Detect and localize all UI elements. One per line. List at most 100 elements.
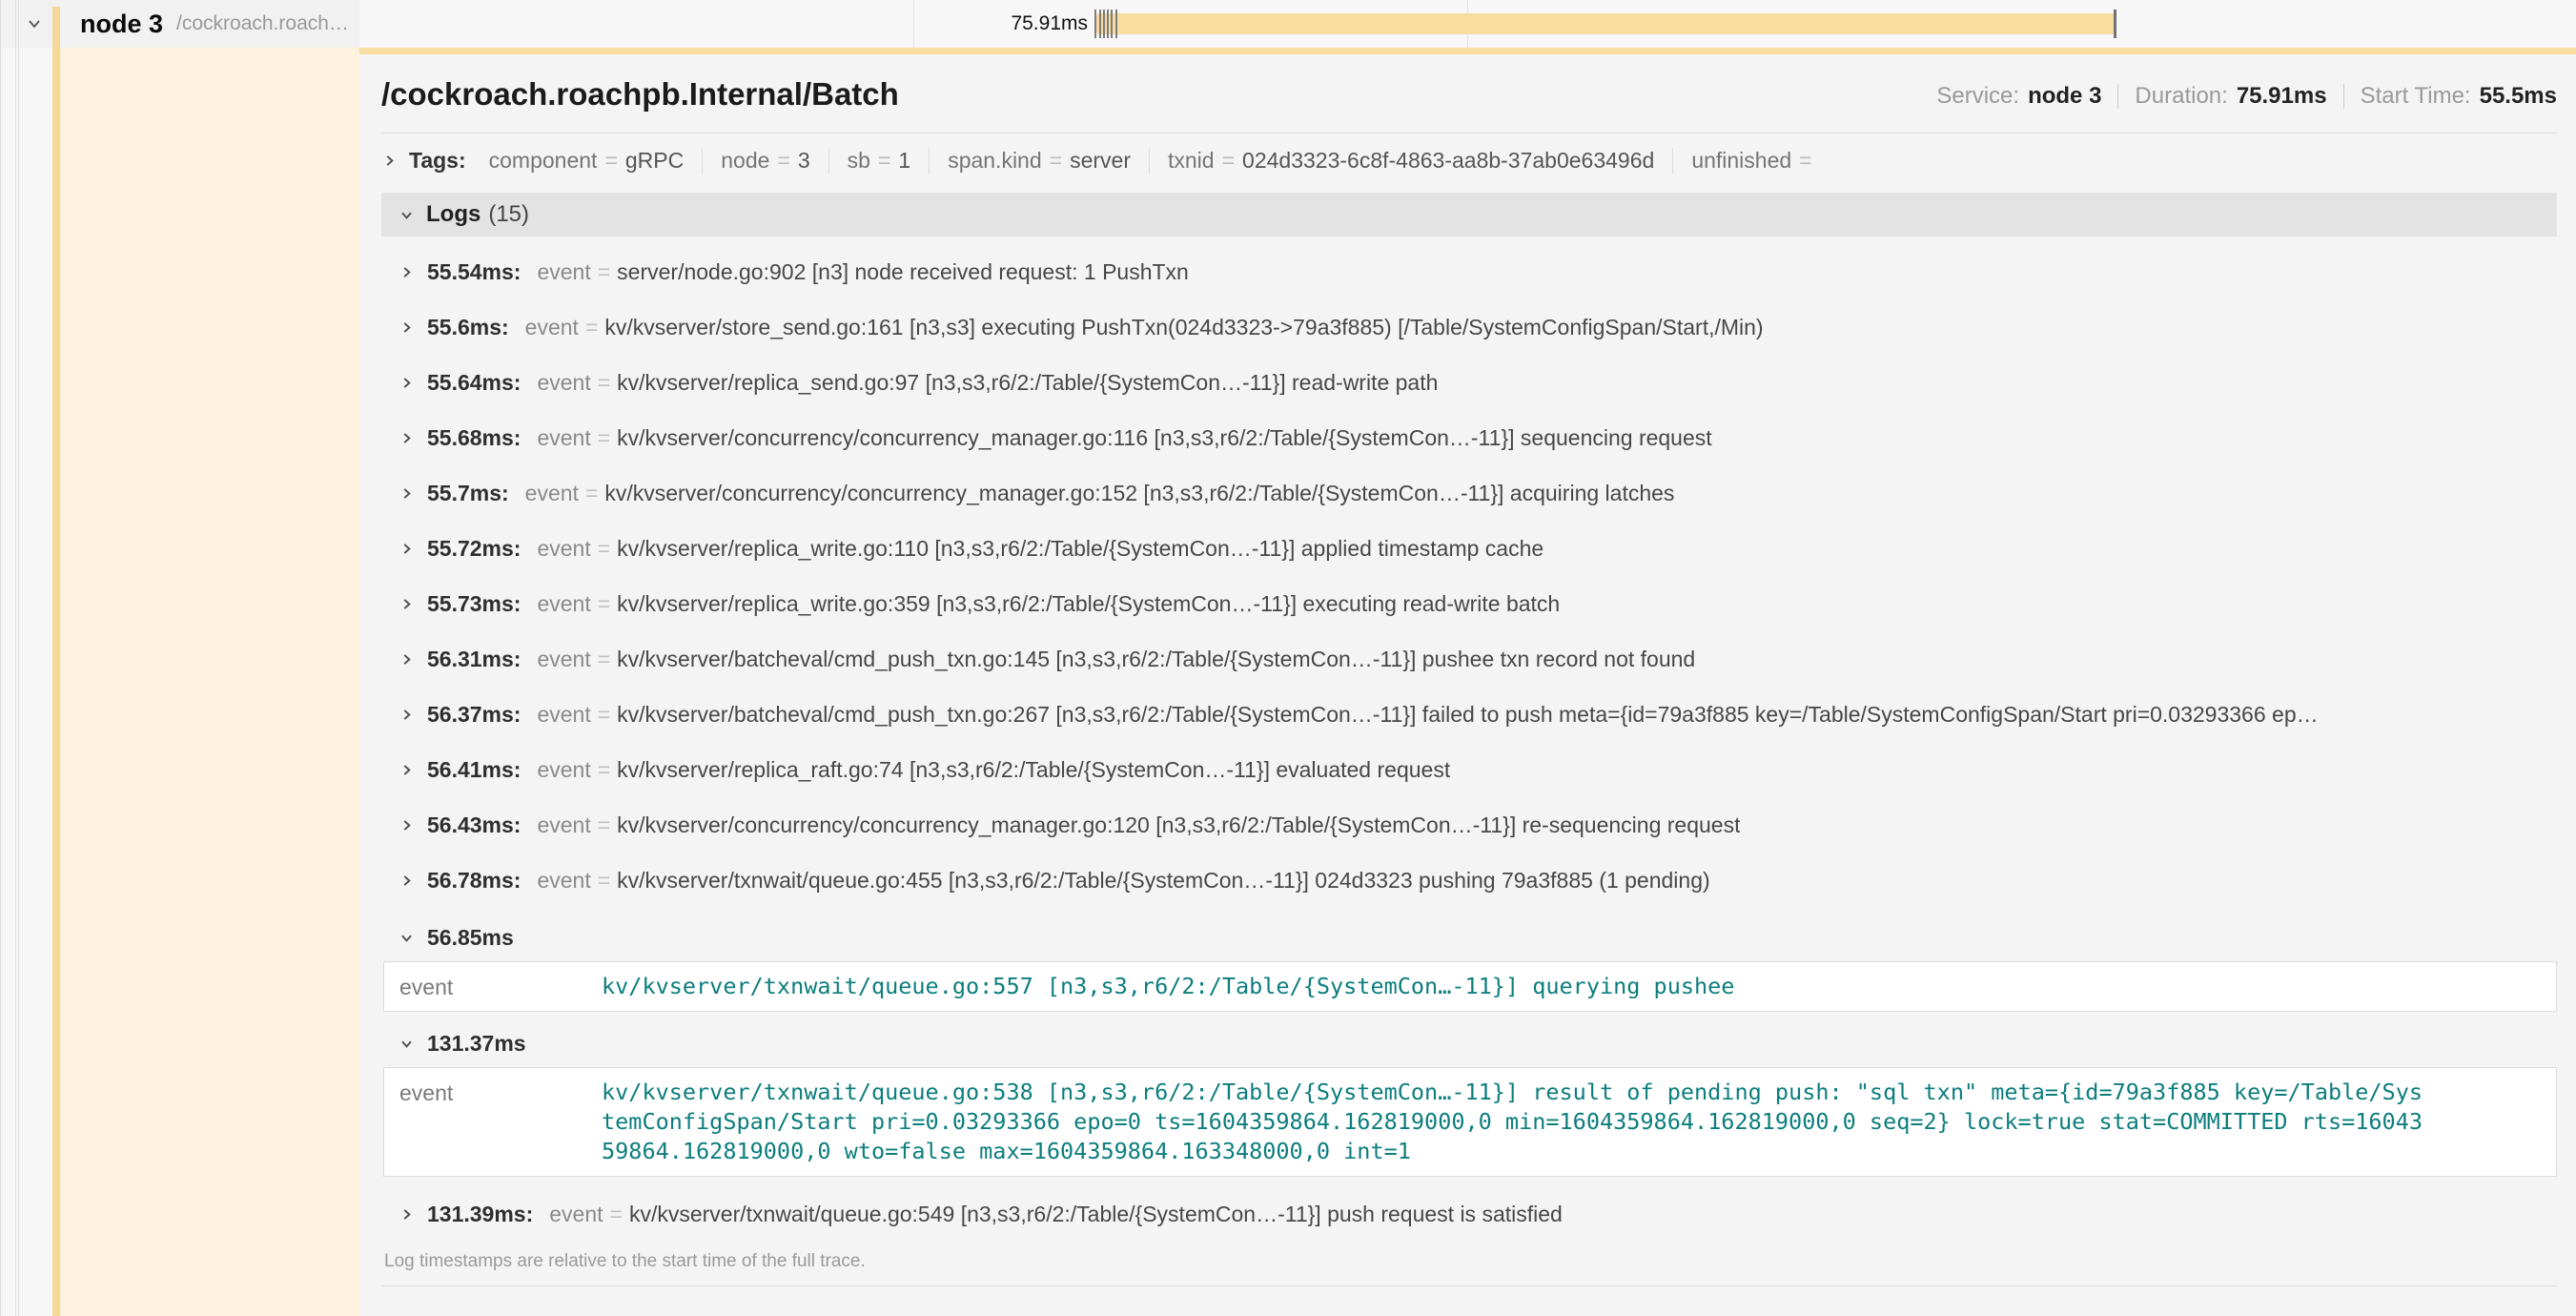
log-entry[interactable]: 55.54ms:event=server/node.go:902 [n3] no… (381, 244, 2557, 299)
log-entry[interactable]: 56.37ms:event=kv/kvserver/batcheval/cmd_… (381, 687, 2557, 742)
tag-equals: = (1799, 148, 1811, 174)
log-equals: = (598, 868, 610, 894)
log-field-key: event (537, 425, 590, 451)
log-entry[interactable]: 55.68ms:event=kv/kvserver/concurrency/co… (381, 410, 2557, 465)
log-equals: = (610, 1202, 623, 1227)
expanded-log-body: eventkv/kvserver/txnwait/queue.go:557 [n… (383, 961, 2557, 1012)
tag-separator (828, 148, 829, 175)
overview-separator (2117, 84, 2118, 109)
tags-row[interactable]: Tags: component=gRPCnode=3sb=1span.kind=… (381, 143, 2557, 178)
log-message: kv/kvserver/concurrency/concurrency_mana… (604, 481, 1674, 506)
gutter-divider (18, 0, 19, 1316)
tag-key: sb (848, 148, 870, 174)
chevron-right-icon (399, 264, 415, 280)
log-timestamp: 56.37ms: (427, 702, 521, 728)
overview-label: Service: (1936, 83, 2019, 110)
gutter-divider (15, 0, 16, 1316)
expanded-log-body: eventkv/kvserver/txnwait/queue.go:538 [n… (383, 1067, 2557, 1177)
chevron-right-icon (399, 319, 415, 336)
log-equals: = (598, 536, 610, 562)
operation-title: /cockroach.roachpb.Internal/Batch (381, 75, 899, 113)
expanded-log-header[interactable]: 56.85ms (381, 915, 2557, 959)
chevron-right-icon (399, 375, 415, 391)
log-entry[interactable]: 56.78ms:event=kv/kvserver/txnwait/queue.… (381, 853, 2557, 908)
chevron-right-icon (399, 430, 415, 446)
span-overview: Service: node 3 Duration:75.91ms Start Time… (1936, 83, 2557, 113)
log-entry[interactable]: 55.73ms:event=kv/kvserver/replica_write.… (381, 576, 2557, 631)
detail-title-row: /cockroach.roachpb.Internal/Batch Servic… (381, 75, 2557, 113)
overview-label: Duration: (2135, 83, 2227, 110)
log-timestamp: 56.78ms: (427, 868, 521, 894)
span-bar[interactable] (1096, 13, 2115, 34)
log-timestamp: 55.72ms: (427, 536, 521, 562)
logs-header[interactable]: Logs (15) (381, 193, 2557, 236)
log-field-value: kv/kvserver/txnwait/queue.go:557 [n3,s3,… (602, 972, 2430, 1001)
tags-label: Tags: (409, 148, 466, 174)
log-entry[interactable]: 55.6ms:event=kv/kvserver/store_send.go:1… (381, 299, 2557, 355)
tag-item: component=gRPC (489, 148, 685, 174)
tag-value: 1 (898, 148, 910, 174)
left-edge-divider (0, 0, 1, 1316)
log-tick (1103, 10, 1105, 38)
log-field-key: event (399, 1078, 602, 1166)
tag-equals: = (878, 148, 890, 174)
log-equals: = (598, 259, 610, 285)
tag-separator (929, 148, 930, 175)
log-tick-end (2114, 10, 2116, 38)
timeline-cell: 75.91ms (359, 0, 2576, 48)
log-timestamp: 56.85ms (427, 925, 514, 951)
span-row[interactable]: node 3 /cockroach.roach… 75.91ms (0, 0, 2576, 48)
tag-key: component (489, 148, 598, 174)
log-timestamp: 55.64ms: (427, 370, 521, 396)
log-equals: = (598, 370, 610, 396)
log-entry[interactable]: 131.39ms:event=kv/kvserver/txnwait/queue… (381, 1186, 2557, 1242)
log-field-key: event (537, 757, 590, 783)
span-detail-panel: /cockroach.roachpb.Internal/Batch Servic… (359, 48, 2576, 1316)
log-equals: = (598, 757, 610, 783)
tag-item: unfinished= (1691, 148, 1819, 174)
log-entry[interactable]: 55.7ms:event=kv/kvserver/concurrency/con… (381, 465, 2557, 521)
log-timestamp: 56.41ms: (427, 757, 521, 783)
log-equals: = (598, 647, 610, 672)
chevron-right-icon (399, 762, 415, 778)
log-field-key: event (525, 481, 579, 506)
log-timestamp: 131.37ms (427, 1031, 526, 1057)
chevron-right-icon (399, 596, 415, 612)
log-field-key: event (537, 591, 590, 617)
log-entry[interactable]: 56.31ms:event=kv/kvserver/batcheval/cmd_… (381, 631, 2557, 687)
log-field-key: event (537, 812, 590, 838)
tag-value: server (1070, 148, 1131, 174)
overview-item: Start Time: 55.5ms (2361, 83, 2557, 110)
log-field-key: event (537, 868, 590, 894)
log-field-value: kv/kvserver/txnwait/queue.go:538 [n3,s3,… (602, 1078, 2430, 1166)
log-message: kv/kvserver/batcheval/cmd_push_txn.go:14… (617, 647, 1695, 672)
overview-value: 55.5ms (2480, 83, 2557, 110)
chevron-down-icon (399, 930, 415, 946)
tag-item: sb = 1 (848, 148, 911, 174)
log-entry[interactable]: 55.64ms:event=kv/kvserver/replica_send.g… (381, 355, 2557, 410)
log-tick (1107, 10, 1109, 38)
overview-item: Duration:75.91ms (2135, 83, 2326, 110)
tag-equals: = (604, 148, 617, 174)
log-equals: = (585, 481, 598, 506)
log-entry[interactable]: 55.72ms:event=kv/kvserver/replica_write.… (381, 521, 2557, 576)
tag-equals: = (1222, 148, 1235, 174)
logs-footer-note: Log timestamps are relative to the start… (381, 1251, 2557, 1272)
chevron-right-icon (399, 485, 415, 502)
log-timestamp: 56.43ms: (427, 812, 521, 838)
log-equals: = (598, 591, 610, 617)
log-field-key: event (537, 647, 590, 672)
log-field-row: eventkv/kvserver/txnwait/queue.go:538 [n… (399, 1078, 2541, 1166)
duration-label: 75.91ms (1011, 0, 1088, 48)
tag-equals: = (777, 148, 789, 174)
log-entry[interactable]: 56.43ms:event=kv/kvserver/concurrency/co… (381, 797, 2557, 853)
log-tick (1099, 10, 1101, 38)
log-message: kv/kvserver/concurrency/concurrency_mana… (617, 812, 1740, 838)
chevron-down-icon[interactable] (25, 14, 44, 33)
log-list: 55.54ms:event=server/node.go:902 [n3] no… (381, 236, 2557, 1242)
log-entry[interactable]: 56.41ms: event = kv/kvserver/replica_raft.g… (381, 742, 2557, 797)
overview-value: node 3 (2028, 83, 2101, 110)
expanded-log-header[interactable]: 131.37ms (381, 1021, 2557, 1065)
overview-label: Start Time: (2361, 83, 2471, 110)
log-message: kv/kvserver/replica_raft.go:74 [n3,s3,r6… (617, 757, 1450, 783)
